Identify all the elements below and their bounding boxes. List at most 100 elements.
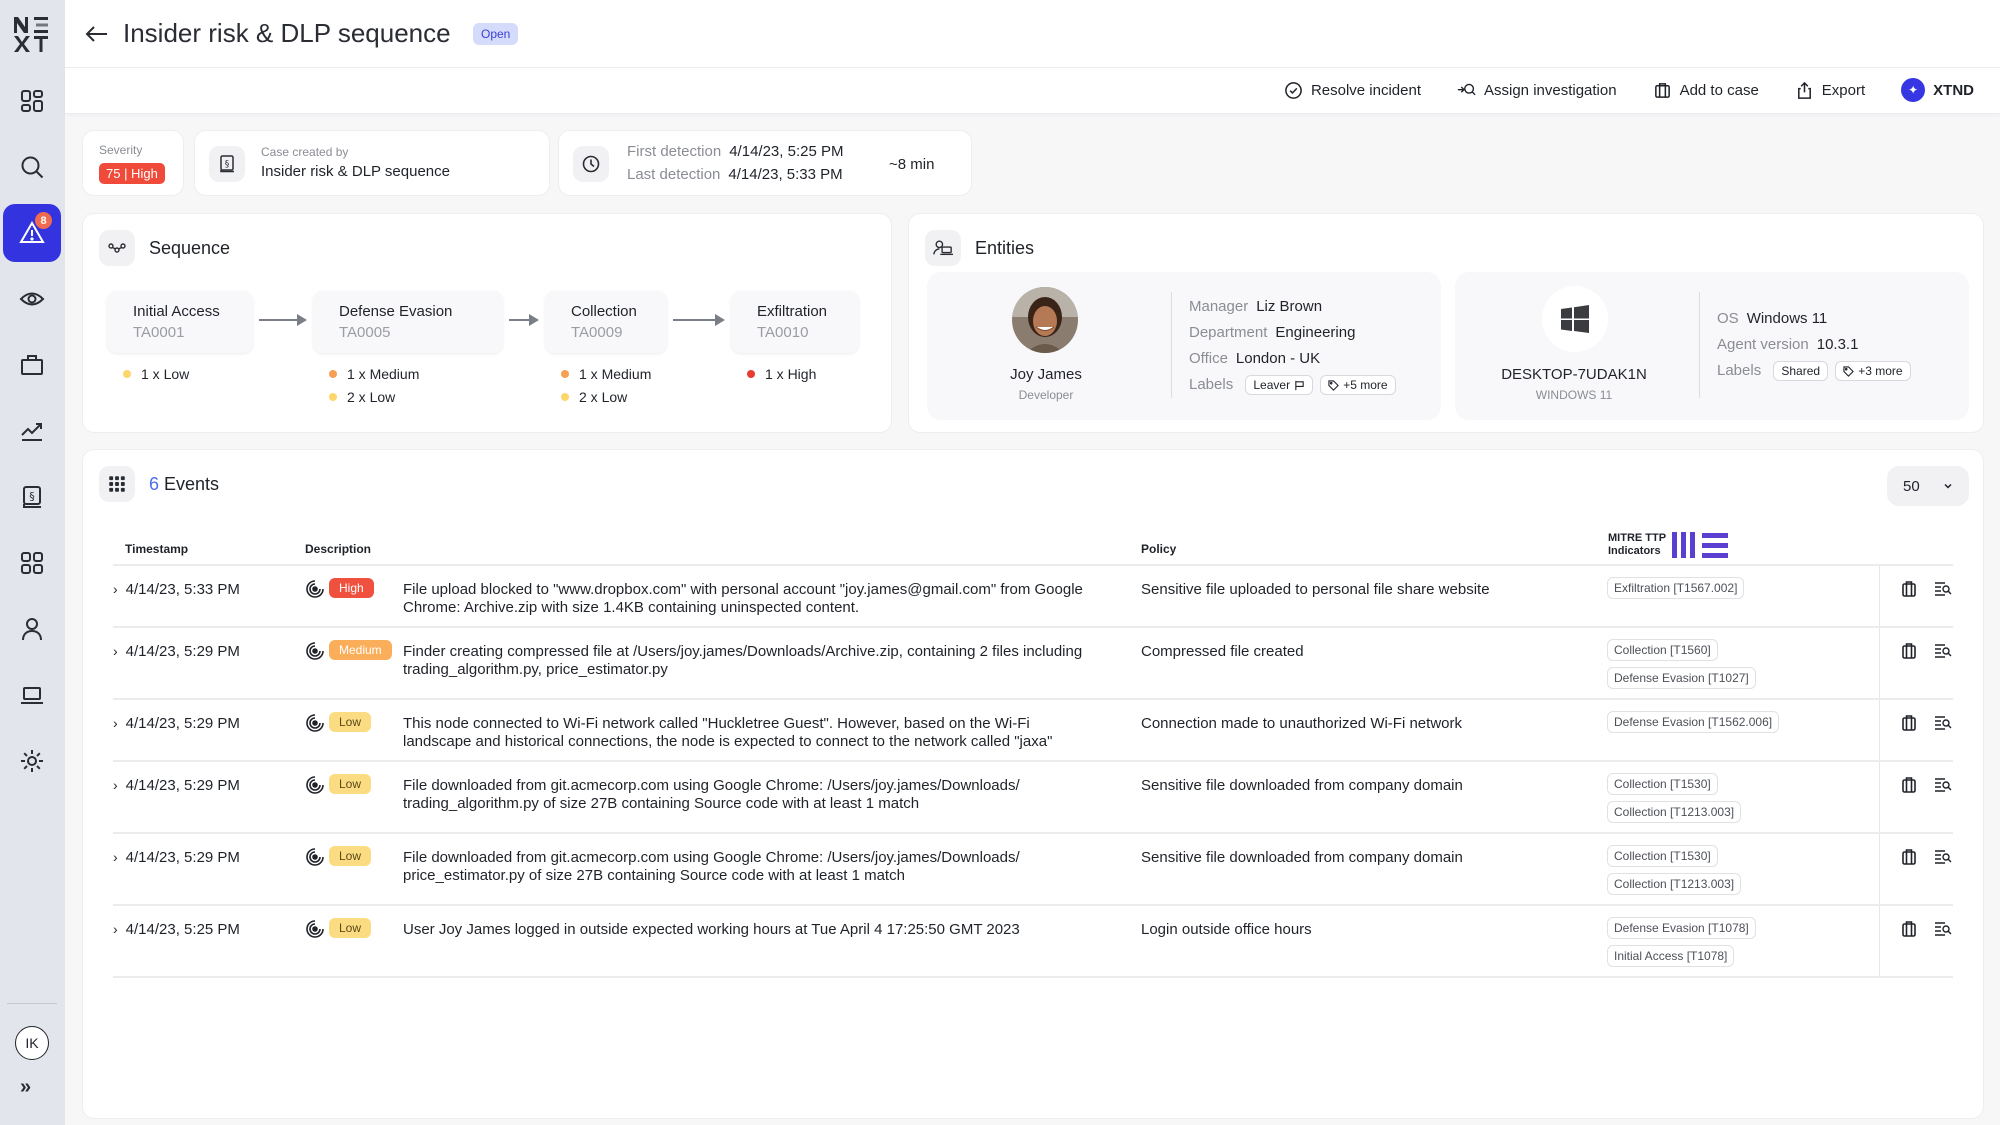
mitre-ttp-chip[interactable]: Collection [T1530] — [1607, 845, 1718, 867]
chevron-right-icon[interactable]: › — [113, 777, 118, 794]
sidebar-item-dashboard[interactable] — [3, 72, 61, 130]
chevron-right-icon[interactable]: › — [113, 643, 118, 660]
timestamp: 4/14/23, 5:29 PM — [125, 849, 240, 866]
table-row[interactable]: › 4/14/23, 5:29 PM Low File downloaded fr… — [113, 834, 1953, 906]
chevron-right-icon[interactable]: › — [113, 849, 118, 866]
sidebar-item-search[interactable] — [3, 138, 61, 196]
chevron-right-icon[interactable]: › — [113, 921, 118, 938]
col-description[interactable]: Description — [305, 542, 371, 556]
table-row[interactable]: › 4/14/23, 5:29 PM Low File downloaded fr… — [113, 762, 1953, 834]
source-icon — [305, 847, 325, 867]
source-icon — [305, 775, 325, 795]
expand-sidebar-button[interactable]: » — [20, 1076, 31, 1099]
add-to-case-icon[interactable] — [1899, 775, 1919, 799]
severity-badge: Medium — [329, 640, 392, 660]
row-actions — [1899, 919, 1953, 943]
next-logo-icon[interactable] — [12, 14, 52, 54]
resolve-incident-button[interactable]: Resolve incident — [1284, 81, 1421, 100]
user-entity[interactable]: Joy James Developer Manager Liz Brown Dep… — [927, 272, 1441, 420]
investigate-icon[interactable] — [1933, 713, 1953, 737]
col-mitre[interactable]: MITRE TTP Indicators — [1608, 532, 1729, 558]
sidebar-item-apps[interactable] — [3, 534, 61, 592]
event-policy[interactable]: Compressed file created — [1141, 643, 1304, 660]
user-name[interactable]: Joy James — [927, 366, 1165, 383]
add-to-case-icon[interactable] — [1899, 641, 1919, 665]
sidebar-item-cases[interactable] — [3, 336, 61, 394]
table-row[interactable]: › 4/14/23, 5:29 PM Low This node connecte… — [113, 700, 1953, 762]
device-name[interactable]: DESKTOP-7UDAK1N — [1455, 366, 1693, 383]
per-page-select[interactable]: 50 — [1887, 466, 1969, 506]
chevron-right-icon[interactable]: › — [113, 715, 118, 732]
first-detection: First detection 4/14/23, 5:25 PM — [627, 143, 843, 160]
event-policy[interactable]: Login outside office hours — [1141, 921, 1312, 938]
sidebar-item-users[interactable] — [3, 600, 61, 658]
mitre-header-line2: Indicators — [1608, 545, 1661, 557]
export-button[interactable]: Export — [1795, 81, 1865, 100]
tactic-node[interactable]: Defense Evasion TA0005 — [313, 291, 503, 353]
case-created-value[interactable]: Insider risk & DLP sequence — [261, 163, 450, 180]
user-avatar[interactable]: IK — [15, 1026, 49, 1060]
sequence-title: Sequence — [149, 237, 231, 258]
tactic-node[interactable]: Exfiltration TA0010 — [731, 291, 859, 353]
tactic-node[interactable]: Collection TA0009 — [545, 291, 667, 353]
briefcase-icon — [1654, 82, 1670, 98]
more-labels-chip[interactable]: +3 more — [1835, 361, 1911, 381]
mitre-ttp-chip[interactable]: Defense Evasion [T1562.006] — [1607, 711, 1780, 733]
severity-dot — [561, 369, 569, 378]
mitre-ttps: Defense Evasion [T1562.006] — [1607, 711, 1780, 733]
xtnd-button[interactable]: ✦ XTND — [1901, 78, 1974, 102]
tactic-node[interactable]: Initial Access TA0001 — [107, 291, 253, 353]
table-row[interactable]: › 4/14/23, 5:33 PM High File upload block… — [113, 566, 1953, 628]
col-policy[interactable]: Policy — [1141, 542, 1176, 556]
back-arrow-icon[interactable] — [81, 18, 113, 50]
investigate-icon[interactable] — [1933, 775, 1953, 799]
label-chip[interactable]: Leaver — [1245, 375, 1314, 395]
mitre-ttp-chip[interactable]: Collection [T1213.003] — [1607, 801, 1742, 823]
divider — [1879, 762, 1880, 832]
severity-count-text: 1 x Medium — [347, 365, 420, 382]
device-entity[interactable]: DESKTOP-7UDAK1N WINDOWS 11 OS Windows 11 … — [1455, 272, 1969, 420]
os-label: OS — [1717, 310, 1739, 327]
page-title: Insider risk & DLP sequence — [123, 18, 451, 48]
event-policy[interactable]: Connection made to unauthorized Wi-Fi ne… — [1141, 715, 1462, 732]
mitre-ttp-chip[interactable]: Collection [T1560] — [1607, 639, 1718, 661]
table-row[interactable]: › 4/14/23, 5:29 PM Medium Finder creating… — [113, 628, 1953, 700]
mitre-ttp-chip[interactable]: Exfiltration [T1567.002] — [1607, 577, 1745, 599]
sidebar-item-policies[interactable]: § — [3, 468, 61, 526]
mitre-ttps: Collection [T1530] Collection [T1213.003] — [1607, 773, 1742, 823]
add-to-case-button[interactable]: Add to case — [1653, 81, 1759, 100]
add-to-case-icon[interactable] — [1899, 847, 1919, 871]
labels-row: Labels Leaver +5 more — [1189, 375, 1399, 395]
investigate-icon[interactable] — [1933, 579, 1953, 603]
assign-investigation-button[interactable]: Assign investigation — [1457, 81, 1617, 100]
mitre-ttp-chip[interactable]: Defense Evasion [T1027] — [1607, 667, 1756, 689]
sidebar-item-monitoring[interactable] — [3, 270, 61, 328]
detection-card: First detection 4/14/23, 5:25 PM Last det… — [558, 130, 972, 196]
mitre-ttp-chip[interactable]: Collection [T1213.003] — [1607, 873, 1742, 895]
event-policy[interactable]: Sensitive file downloaded from company d… — [1141, 777, 1463, 794]
more-labels-chip[interactable]: +5 more — [1320, 375, 1396, 395]
sidebar-item-devices[interactable] — [3, 666, 61, 724]
mitre-ttp-chip[interactable]: Initial Access [T1078] — [1607, 945, 1735, 967]
col-timestamp[interactable]: Timestamp — [125, 542, 188, 556]
add-to-case-icon[interactable] — [1899, 713, 1919, 737]
label-chip[interactable]: Shared — [1773, 361, 1829, 381]
mitre-ttp-chip[interactable]: Defense Evasion [T1078] — [1607, 917, 1756, 939]
device-os-sub: WINDOWS 11 — [1535, 388, 1613, 402]
add-to-case-icon[interactable] — [1899, 579, 1919, 603]
event-policy[interactable]: Sensitive file uploaded to personal file… — [1141, 581, 1490, 598]
event-policy[interactable]: Sensitive file downloaded from company d… — [1141, 849, 1463, 866]
timestamp: 4/14/23, 5:33 PM — [125, 581, 240, 598]
sidebar-item-settings[interactable] — [3, 732, 61, 790]
mitre-ttp-chip[interactable]: Collection [T1530] — [1607, 773, 1718, 795]
investigate-icon[interactable] — [1933, 919, 1953, 943]
severity-badge: Low — [329, 712, 372, 732]
sidebar-item-alerts[interactable]: 8 — [3, 204, 61, 262]
chevron-right-icon[interactable]: › — [113, 581, 118, 598]
table-row[interactable]: › 4/14/23, 5:25 PM Low User Joy James log… — [113, 906, 1953, 978]
investigate-icon[interactable] — [1933, 847, 1953, 871]
add-to-case-icon[interactable] — [1899, 919, 1919, 943]
sidebar-item-analytics[interactable] — [3, 402, 61, 460]
investigate-icon[interactable] — [1933, 641, 1953, 665]
severity-badge: Low — [329, 774, 372, 794]
